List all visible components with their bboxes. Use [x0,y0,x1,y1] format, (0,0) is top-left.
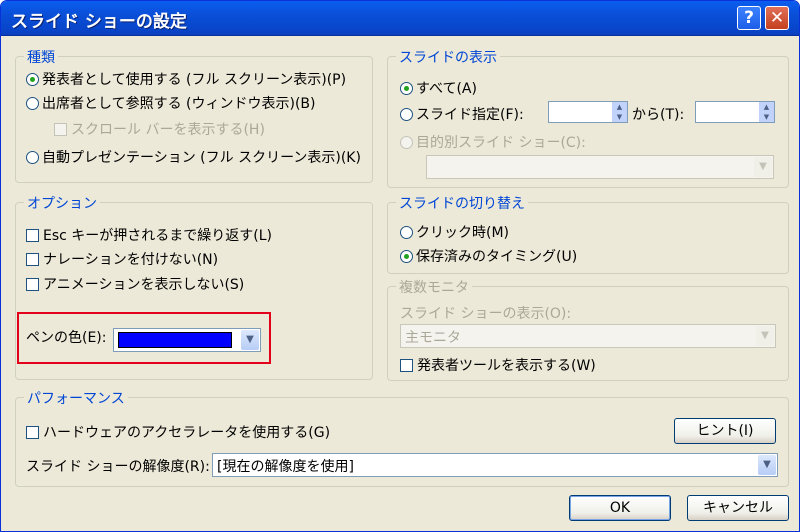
resolution-dropdown[interactable]: [現在の解像度を使用] ▼ [212,453,778,477]
all-slides-radio-indicator[interactable] [400,81,413,95]
no-narration-checkbox[interactable]: ナレーションを付けない(N) [26,249,218,269]
custom-show-radio-indicator[interactable] [400,135,413,149]
options-legend: オプション [24,193,100,213]
loop-checkbox[interactable]: Esc キーが押されるまで繰り返す(L) [26,225,272,245]
advance-legend: スライドの切り替え [396,193,528,213]
ok-button[interactable]: OK [569,495,671,521]
display-on-dropdown[interactable]: 主モニタ ▼ [400,324,776,348]
no-animation-checkbox-label: アニメーションを表示しない(S) [43,277,245,293]
monitors-group: 複数モニタ スライド ショーの表示(O): 主モニタ ▼ 発表者ツールを表示する… [387,277,789,381]
manual-advance-radio-label: クリック時(M) [416,225,510,241]
no-narration-checkbox-label: ナレーションを付けない(N) [43,252,219,268]
dialog-title: スライド ショーの設定 [11,12,187,32]
slide-range-radio[interactable]: スライド指定(F): [400,104,524,124]
slide-from-spinner[interactable]: ▲ ▼ [548,101,628,123]
timings-radio-label: 保存済みのタイミング(U) [416,249,578,265]
slide-show-settings-dialog: スライド ショーの設定 ? ✕ 種類 発表者として使用する (フル スクリーン表… [0,0,800,532]
display-on-label: スライド ショーの表示(O): [400,306,572,322]
slide-to-label: から(T): [632,107,685,123]
title-bar[interactable]: スライド ショーの設定 ? ✕ [1,1,799,36]
chevron-down-icon[interactable]: ▼ [754,157,772,177]
custom-show-dropdown[interactable]: ▼ [426,155,774,179]
custom-show-radio[interactable]: 目的別スライド ショー(C): [400,132,586,152]
chevron-down-icon[interactable]: ▼ [758,455,776,475]
pen-color-label: ペンの色(E): [26,330,107,346]
performance-group: パフォーマンス ハードウェアのアクセラレータを使用する(G) ヒント(I) スラ… [15,388,789,487]
manual-advance-radio-indicator[interactable] [400,225,413,239]
cancel-button[interactable]: キャンセル [687,495,789,521]
presenter-radio-indicator[interactable] [26,72,39,86]
advance-group: スライドの切り替え クリック時(M) 保存済みのタイミング(U) [387,193,789,274]
presenter-tools-checkbox-label: 発表者ツールを表示する(W) [417,358,596,374]
custom-show-radio-label: 目的別スライド ショー(C): [416,135,586,151]
loop-checkbox-box[interactable] [26,228,39,242]
monitors-legend: 複数モニタ [396,277,472,297]
chevron-down-icon[interactable]: ▼ [756,326,774,346]
slide-from-spin-buttons[interactable]: ▲ ▼ [611,102,627,122]
no-narration-checkbox-box[interactable] [26,252,39,266]
hw-accel-checkbox-box[interactable] [26,425,39,439]
show-type-group: 種類 発表者として使用する (フル スクリーン表示)(P) 出席者として参照する… [15,47,373,183]
timings-radio[interactable]: 保存済みのタイミング(U) [400,246,577,266]
slides-group: スライドの表示 すべて(A) スライド指定(F): ▲ ▼ から(T): ▲ ▼ [387,47,789,188]
spin-down-icon[interactable]: ▼ [611,112,627,122]
presenter-tools-checkbox-box[interactable] [400,358,413,372]
slides-legend: スライドの表示 [396,47,500,67]
all-slides-radio[interactable]: すべて(A) [400,78,477,98]
spin-down-icon[interactable]: ▼ [758,112,774,122]
slide-to-spin-buttons[interactable]: ▲ ▼ [758,102,774,122]
show-scrollbar-label: スクロール バーを表示する(H) [71,122,265,138]
browsed-window-radio[interactable]: 出席者として参照する (ウィンドウ表示)(B) [26,93,315,113]
loop-checkbox-label: Esc キーが押されるまで繰り返す(L) [43,228,273,244]
hw-accel-checkbox-label: ハードウェアのアクセラレータを使用する(G) [43,425,331,441]
pen-color-swatch [118,332,232,348]
browsed-window-radio-indicator[interactable] [26,96,39,110]
spin-up-icon[interactable]: ▲ [611,102,627,112]
no-animation-checkbox[interactable]: アニメーションを表示しない(S) [26,274,244,294]
kiosk-radio[interactable]: 自動プレゼンテーション (フル スクリーン表示)(K) [26,147,361,167]
show-scrollbar-checkbox[interactable]: スクロール バーを表示する(H) [54,119,265,139]
timings-radio-indicator[interactable] [400,249,413,263]
performance-legend: パフォーマンス [24,388,128,408]
kiosk-radio-label: 自動プレゼンテーション (フル スクリーン表示)(K) [42,150,361,166]
display-on-value: 主モニタ [405,330,461,346]
slide-range-radio-label: スライド指定(F): [416,107,524,123]
spin-up-icon[interactable]: ▲ [758,102,774,112]
presenter-radio[interactable]: 発表者として使用する (フル スクリーン表示)(P) [26,69,346,89]
tips-button[interactable]: ヒント(I) [674,418,776,444]
slide-range-radio-indicator[interactable] [400,107,413,121]
presenter-tools-checkbox[interactable]: 発表者ツールを表示する(W) [400,355,596,375]
slide-to-spinner[interactable]: ▲ ▼ [695,101,775,123]
no-animation-checkbox-box[interactable] [26,277,39,291]
resolution-value: [現在の解像度を使用] [217,459,354,475]
browsed-window-radio-label: 出席者として参照する (ウィンドウ表示)(B) [42,96,316,112]
kiosk-radio-indicator[interactable] [26,150,39,164]
manual-advance-radio[interactable]: クリック時(M) [400,222,509,242]
close-button[interactable]: ✕ [765,6,789,30]
pen-color-dropdown[interactable]: ▼ [113,328,261,352]
show-scrollbar-checkbox-box[interactable] [54,122,67,136]
hw-accel-checkbox[interactable]: ハードウェアのアクセラレータを使用する(G) [26,422,330,442]
chevron-down-icon[interactable]: ▼ [241,330,259,350]
all-slides-radio-label: すべて(A) [416,81,477,97]
help-button[interactable]: ? [737,6,761,30]
show-type-legend: 種類 [24,47,58,67]
resolution-label: スライド ショーの解像度(R): [26,459,210,475]
presenter-radio-label: 発表者として使用する (フル スクリーン表示)(P) [42,72,347,88]
